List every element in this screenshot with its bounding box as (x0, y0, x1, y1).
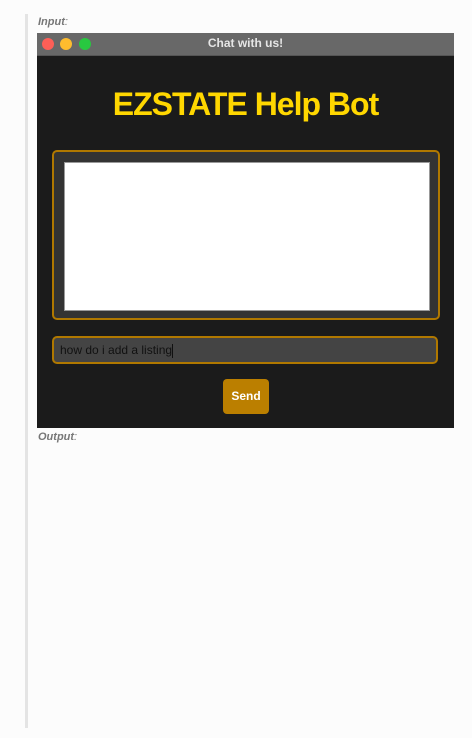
window-title: Chat with us! (207, 36, 284, 50)
message-input-text: how do i add a listing (60, 343, 173, 357)
chat-window: Chat with us! EZSTATE Help Bot how do i … (37, 33, 454, 428)
send-button[interactable]: Send (223, 379, 269, 414)
title-bar[interactable]: Chat with us! (37, 33, 454, 56)
text-caret (172, 343, 174, 358)
message-input[interactable]: how do i add a listing (52, 336, 438, 364)
left-rail (25, 14, 28, 728)
input-label: Input: (38, 16, 68, 28)
chat-log-frame (52, 150, 440, 320)
app-heading: EZSTATE Help Bot (112, 86, 379, 122)
chat-log[interactable] (64, 162, 430, 311)
output-label: Output: (38, 431, 78, 443)
